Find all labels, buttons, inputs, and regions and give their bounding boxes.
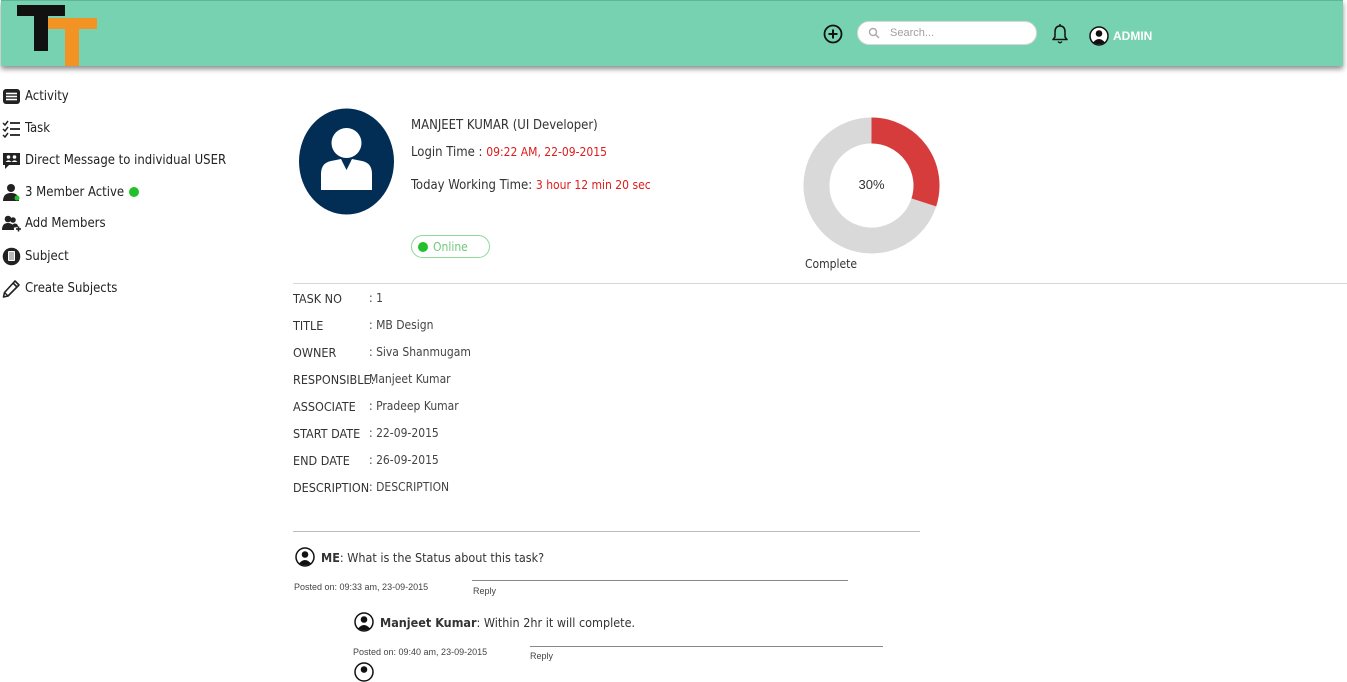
sidebar-item-members-active[interactable]: 3 Member Active — [2, 181, 140, 203]
online-indicator — [129, 187, 140, 197]
sidebar-item-create-subjects[interactable]: Create Subjects — [2, 277, 117, 299]
pencil-icon — [2, 279, 20, 298]
comment-timestamp: Posted on: 09:33 am, 23-09-2015 — [294, 582, 429, 592]
chat-users-icon — [3, 152, 20, 169]
comment-author: ME — [321, 549, 340, 565]
task-detail-value: : MB Design — [369, 318, 434, 332]
sidebar-item-label: 3 Member Active — [25, 184, 125, 200]
sidebar-item-add-members[interactable]: Add Members — [2, 212, 106, 234]
bell-icon[interactable] — [1050, 23, 1070, 45]
sidebar-item-label: Direct Message to individual USER — [25, 152, 227, 168]
top-header: ADMIN — [1, 0, 1343, 66]
sidebar-item-label: Task — [25, 120, 51, 136]
reply-link[interactable]: Reply — [473, 586, 496, 596]
task-detail-key: TASK NO — [293, 291, 342, 306]
user-circle-icon — [354, 612, 374, 632]
add-circle-icon[interactable] — [823, 24, 843, 44]
sidebar-item-task[interactable]: Task — [2, 117, 50, 139]
login-value: 09:22 AM, 22-09-2015 — [486, 145, 608, 159]
list-icon — [3, 88, 20, 104]
user-circle-icon — [295, 547, 315, 567]
task-detail-value: Manjeet Kumar — [369, 372, 451, 386]
profile-name: MANJEET KUMAR (UI Developer) — [411, 118, 598, 133]
divider — [293, 531, 920, 532]
task-detail-key: DESCRIPTION — [293, 480, 370, 495]
user-circle-icon — [354, 662, 374, 682]
login-time: Login Time : 09:22 AM, 22-09-2015 — [411, 145, 607, 160]
status-badge: Online — [411, 235, 490, 258]
comment: ME : What is the Status about this task? — [295, 547, 544, 567]
reply-link[interactable]: Reply — [530, 651, 553, 661]
comment-text: : What is the Status about this task? — [339, 549, 545, 565]
reply-input-line[interactable] — [530, 646, 883, 647]
app-logo[interactable] — [17, 5, 99, 67]
divider — [293, 283, 1347, 284]
document-icon — [2, 247, 21, 265]
sidebar-item-label: Activity — [25, 88, 69, 104]
checklist-icon — [2, 120, 20, 138]
search-input[interactable] — [890, 25, 1030, 41]
sidebar-item-label: Create Subjects — [25, 280, 118, 296]
task-detail-value: : 26-09-2015 — [369, 453, 439, 467]
task-detail-value: : DESCRIPTION — [369, 480, 450, 494]
sidebar-item-activity[interactable]: Activity — [2, 85, 69, 107]
comment: Manjeet Kumar : Within 2hr it will compl… — [354, 612, 635, 632]
search-icon — [868, 27, 880, 39]
sidebar-item-direct-message[interactable]: Direct Message to individual USER — [2, 149, 226, 171]
profile-avatar — [299, 108, 394, 215]
sidebar-item-subject[interactable]: Subject — [2, 245, 69, 267]
task-detail-key: OWNER — [293, 345, 337, 360]
status-text: Online — [433, 239, 468, 254]
task-detail-key: TITLE — [293, 318, 324, 333]
comment-timestamp: Posted on: 09:40 am, 23-09-2015 — [353, 647, 488, 657]
working-value: 3 hour 12 min 20 sec — [535, 178, 651, 192]
online-dot — [418, 241, 428, 252]
sidebar-item-label: Subject — [25, 248, 69, 264]
reply-input-line[interactable] — [472, 580, 848, 581]
task-detail-value: : Pradeep Kumar — [369, 399, 459, 413]
comment-author: Manjeet Kumar — [380, 614, 477, 630]
working-label: Today Working Time: — [411, 178, 533, 193]
comment-text: : Within 2hr it will complete. — [476, 614, 636, 630]
search-box[interactable] — [857, 21, 1037, 45]
task-detail-key: START DATE — [293, 426, 361, 441]
user-menu[interactable]: ADMIN — [1089, 25, 1152, 47]
task-detail-key: END DATE — [293, 453, 350, 468]
task-detail-key: RESPONSIBLE: — [293, 372, 375, 387]
working-time: Today Working Time: 3 hour 12 min 20 sec — [411, 172, 671, 199]
user-name: ADMIN — [1113, 29, 1153, 43]
task-detail-value: : 22-09-2015 — [369, 426, 439, 440]
sidebar-item-label: Add Members — [25, 215, 106, 231]
task-detail-key: ASSOCIATE — [293, 399, 356, 414]
user-icon — [3, 183, 20, 201]
task-detail-value: : Siva Shanmugam — [369, 345, 471, 359]
task-detail-value: : 1 — [369, 291, 383, 305]
donut-caption: Complete — [805, 257, 858, 271]
user-circle-icon — [1089, 26, 1109, 46]
login-label: Login Time : — [411, 145, 483, 160]
add-user-icon — [2, 215, 21, 231]
donut-center-label: 30% — [858, 177, 885, 192]
